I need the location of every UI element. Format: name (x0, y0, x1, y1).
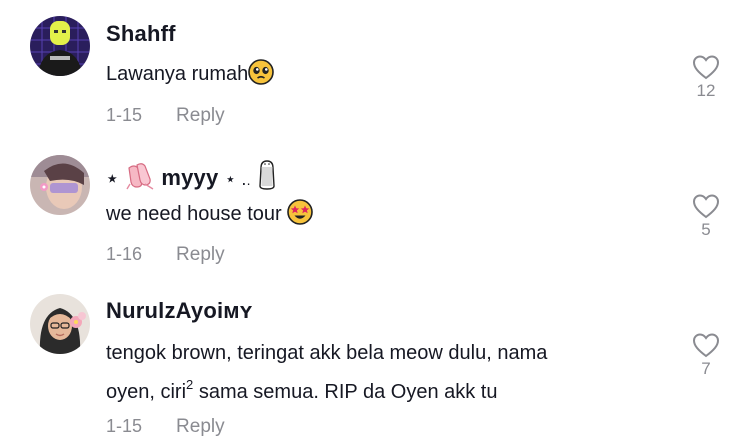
comment-text-line: tengok brown, teringat akk bela meow dul… (106, 342, 548, 364)
like-button[interactable]: 5 (688, 193, 724, 240)
star-struck-icon (287, 199, 314, 235)
heart-icon (692, 194, 720, 219)
comment-meta: 1-15 Reply (106, 105, 225, 127)
like-button[interactable]: 7 (688, 332, 724, 379)
comment-date: 1-15 (106, 105, 143, 125)
comment-text: tengok brown, teringat akk bela meow dul… (106, 337, 547, 408)
comment-text-segment: oyen, ciri (106, 381, 187, 403)
username-star: ⋆ . (224, 169, 247, 189)
heart-icon (692, 333, 720, 358)
salt-shaker-icon (257, 158, 277, 196)
avatar[interactable] (30, 294, 90, 354)
comment-date: 1-16 (106, 244, 143, 264)
comment-text-line: oyen, ciri2 sama semua. RIP da Oyen akk … (106, 369, 547, 408)
comment-username[interactable]: ⋆ myyy ⋆ .. (106, 158, 277, 196)
like-count: 5 (701, 220, 711, 239)
username-star: ⋆ (106, 168, 119, 190)
like-count: 7 (701, 359, 711, 378)
comment-date: 1-15 (106, 416, 143, 436)
comment-text-segment: sama semua. RIP da Oyen akk tu (193, 381, 498, 403)
reply-button[interactable]: Reply (176, 244, 225, 265)
pleading-face-icon (248, 59, 275, 95)
heart-icon (692, 55, 720, 80)
comment-meta: 1-16 Reply (106, 244, 225, 266)
comment-text-segment: we need house tour (106, 203, 282, 225)
comment-text-segment: Lawanya rumah (106, 63, 249, 85)
avatar[interactable] (30, 16, 90, 76)
comment-meta: 1-15 Reply (106, 416, 225, 438)
like-count: 12 (696, 81, 716, 100)
ballet-shoes-icon (125, 162, 155, 196)
reply-button[interactable]: Reply (176, 416, 225, 437)
like-button[interactable]: 12 (688, 54, 724, 101)
comment-text: we need house tour (106, 198, 314, 235)
avatar[interactable] (30, 155, 90, 215)
username-dot: . (246, 172, 251, 188)
comment-text: Lawanya rumah (106, 58, 275, 95)
reply-button[interactable]: Reply (176, 105, 225, 126)
username-text: myyy (161, 165, 219, 190)
comment-username[interactable]: Shahff (106, 21, 176, 47)
comment-username[interactable]: NurulzAyoiᴍʏ (106, 298, 253, 324)
